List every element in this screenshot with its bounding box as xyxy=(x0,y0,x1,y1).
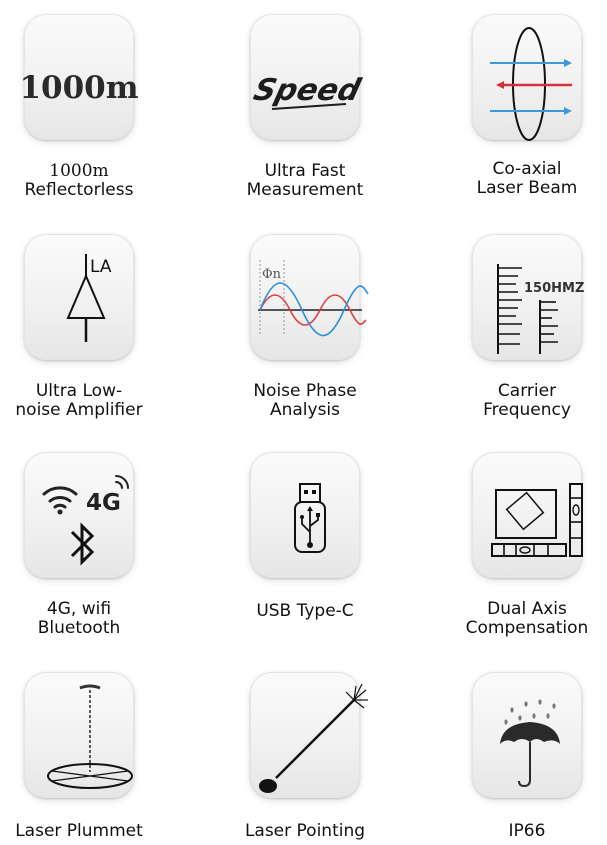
tile-plummet xyxy=(24,672,134,798)
usb-drive-icon xyxy=(294,483,326,553)
tile-compensation xyxy=(472,452,583,578)
tile-pointing xyxy=(250,672,368,798)
label-ip66: IP66 xyxy=(508,821,546,841)
coaxial-beam-icon xyxy=(490,27,572,141)
tile-reflectorless: 1000m xyxy=(19,14,139,140)
tile-amplifier: LA xyxy=(24,234,134,360)
svg-text:1000m: 1000m xyxy=(19,70,138,106)
label-reflectorless: 1000m Reflectorless xyxy=(24,161,134,200)
svg-text:Φn: Φn xyxy=(262,267,282,282)
tile-connectivity: 4G xyxy=(24,452,134,578)
speed-text-icon: Speed xyxy=(250,73,365,110)
svg-text:LA: LA xyxy=(90,257,112,277)
phase-wave-icon: Φn xyxy=(258,260,369,337)
label-phase: Noise Phase Analysis xyxy=(253,381,357,420)
laser-plummet-icon xyxy=(47,684,133,789)
svg-text:150HMZ: 150HMZ xyxy=(524,281,584,296)
label-pointing: Laser Pointing xyxy=(244,821,366,841)
label-amplifier: Ultra Low-noise Amplifier xyxy=(15,381,143,420)
label-coaxial: Co-axial Laser Beam xyxy=(476,159,578,198)
tile-coaxial xyxy=(472,14,582,141)
laser-pointing-icon xyxy=(259,683,368,793)
tile-carrier: 150HMZ xyxy=(472,234,584,360)
label-usb: USB Type-C xyxy=(256,601,354,621)
umbrella-rain-icon xyxy=(500,699,560,788)
label-carrier: Carrier Frequency xyxy=(483,381,571,420)
svg-text:Speed: Speed xyxy=(250,73,365,107)
label-plummet: Laser Plummet xyxy=(15,821,143,841)
label-speed: Ultra Fast Measurement xyxy=(246,161,364,200)
dual-axis-level-icon xyxy=(491,483,583,557)
1000m-text-icon: 1000m xyxy=(19,70,138,106)
svg-text:4G: 4G xyxy=(86,490,121,516)
tile-phase: Φn xyxy=(250,234,369,360)
label-connectivity: 4G, wifi Bluetooth xyxy=(37,599,121,638)
frequency-bars-icon: 150HMZ xyxy=(497,264,584,354)
tile-usb xyxy=(250,452,360,578)
tile-ip66 xyxy=(472,672,582,798)
amplifier-symbol-icon: LA xyxy=(66,254,112,342)
label-compensation: Dual Axis Compensation xyxy=(465,599,589,638)
wifi-4g-bluetooth-icon: 4G xyxy=(42,475,129,566)
tile-speed: Speed xyxy=(250,14,365,140)
